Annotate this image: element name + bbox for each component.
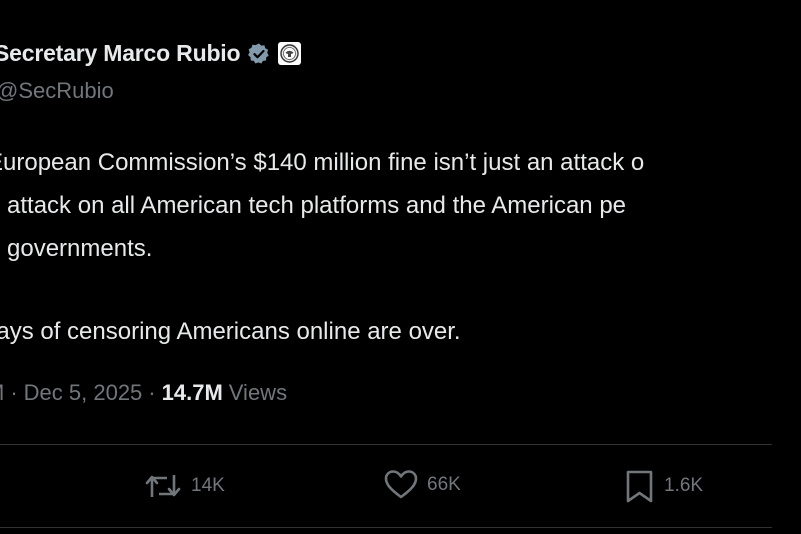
tweet-text: European Commission’s $140 million fine … [0, 141, 801, 270]
bookmark-button[interactable]: 1.6K [625, 469, 703, 503]
author-name[interactable]: Secretary Marco Rubio [0, 40, 241, 67]
views-label: Views [228, 380, 288, 405]
author-row: Secretary Marco Rubio [0, 40, 302, 67]
retweet-button[interactable]: 14K [144, 469, 225, 503]
bookmark-icon [625, 469, 655, 503]
tweet-text-line: n governments. [0, 235, 153, 262]
bookmark-count: 1.6K [664, 475, 704, 496]
tweet-meta: M · Dec 5, 2025 · 14.7M Views [0, 380, 287, 406]
like-count: 66K [427, 474, 461, 495]
tweet-text-line: European Commission’s $140 million fine … [0, 149, 645, 176]
like-button[interactable]: 66K [384, 469, 461, 501]
meta-separator: · [10, 380, 18, 405]
heart-icon [384, 469, 418, 501]
divider [0, 527, 772, 528]
retweet-count: 14K [191, 475, 225, 496]
views-count: 14.7M [161, 380, 223, 405]
tweet-text-paragraph: days of censoring Americans online are o… [0, 318, 461, 345]
retweet-icon [144, 469, 182, 503]
action-bar: 14K 66K 1.6K [0, 469, 801, 505]
meta-separator: · [148, 380, 156, 405]
tweet-text-line: n attack on all American tech platforms … [0, 192, 627, 219]
tweet-time[interactable]: M [0, 380, 4, 406]
tweet-date[interactable]: Dec 5, 2025 [24, 380, 143, 406]
tweet-detail: Secretary Marco Rubio @SecRubio European… [0, 0, 801, 534]
state-department-seal-icon[interactable] [277, 41, 302, 66]
verified-badge-icon[interactable] [247, 42, 271, 66]
divider [0, 444, 772, 445]
author-handle[interactable]: @SecRubio [0, 78, 114, 104]
